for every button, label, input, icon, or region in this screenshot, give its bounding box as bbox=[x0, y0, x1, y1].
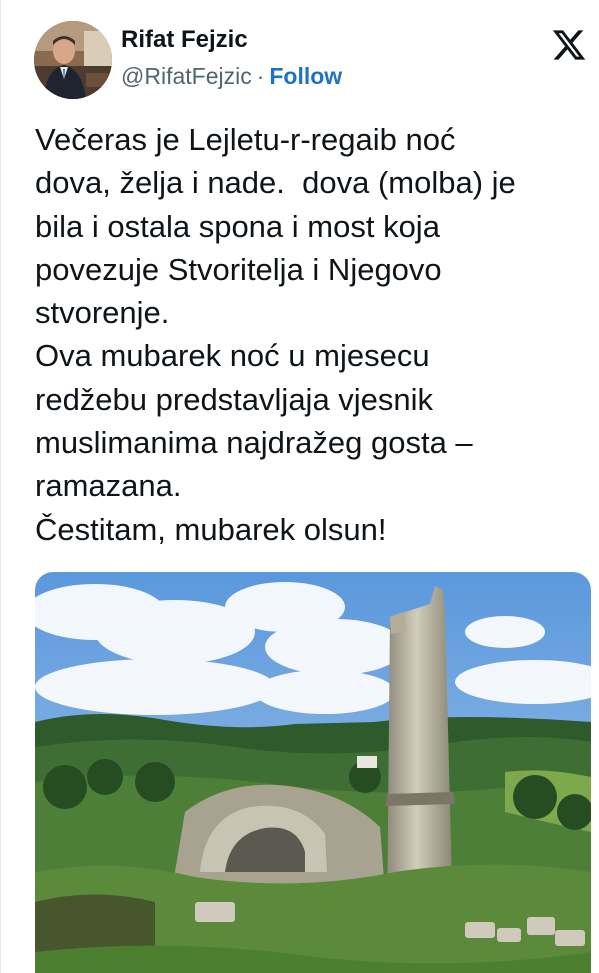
author-meta-row: @RifatFejzic · Follow bbox=[121, 63, 342, 90]
separator-dot: · bbox=[256, 63, 265, 89]
tweet-photo[interactable] bbox=[35, 572, 591, 973]
photo-ruined-mosque-minaret bbox=[35, 572, 591, 973]
x-logo-icon[interactable] bbox=[551, 27, 587, 63]
author-name[interactable]: Rifat Fejzic bbox=[121, 26, 248, 54]
author-handle[interactable]: @RifatFejzic bbox=[121, 63, 252, 89]
follow-button[interactable]: Follow bbox=[269, 63, 342, 89]
avatar-image bbox=[34, 21, 112, 99]
tweet-card: Rifat Fejzic @RifatFejzic · Follow Večeras… bbox=[0, 0, 599, 973]
avatar[interactable] bbox=[34, 21, 112, 99]
tweet-text: Večeras je Lejletu-r-regaib noć dova, že… bbox=[35, 122, 516, 547]
